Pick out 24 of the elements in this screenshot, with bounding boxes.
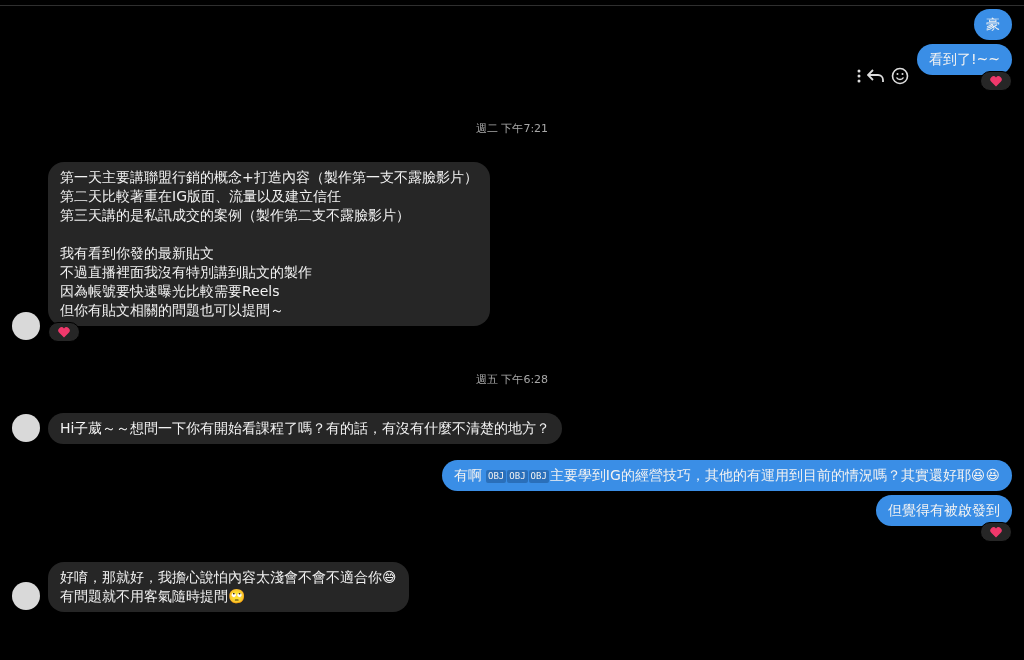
heart-reaction[interactable]	[980, 71, 1012, 91]
object-replacement-character: OBJ	[507, 470, 528, 483]
message-bubble: 好唷，那就好，我擔心說怕內容太淺會不會不適合你😅 有問題就不用客氣隨時提問🙄	[48, 562, 409, 612]
message-bubble: 有啊 OBJ OBJ OBJ 主要學到IG的經營技巧，其他的有運用到目前的情況嗎？其實還好耶😆😆	[441, 460, 1012, 491]
message-bubble: 第一天主要講聯盟行銷的概念+打造內容（製作第一支不露臉影片） 第二天比較著重在IG版面、流量以及建立信任 第三天講的是私訊成交的案例（製作第二支不露臉影片） 我有看到你發的最新貼文 不過直播裡面我沒有特別講到貼文的製作 因為帳號要快速曝光比較需要Reels 但你有貼文相關的問題也可以提問～	[48, 162, 490, 326]
emoji-icon[interactable]	[890, 67, 909, 85]
message-bubble: 豪	[974, 9, 1012, 40]
message-bubble: Hi子葳～～想問一下你有開始看課程了嗎？有的話，有沒有什麼不清楚的地方？	[48, 413, 563, 444]
heart-icon	[58, 326, 70, 338]
heart-reaction[interactable]	[48, 322, 80, 342]
heart-reaction[interactable]	[980, 522, 1012, 542]
timestamp: 週五 下午6:28	[475, 372, 549, 387]
avatar[interactable]	[12, 582, 40, 610]
heart-icon	[990, 75, 1002, 87]
message-bubble: 看到了!~~	[916, 44, 1012, 75]
avatar[interactable]	[12, 414, 40, 442]
avatar[interactable]	[12, 312, 40, 340]
message-bubble: 但覺得有被啟發到	[876, 495, 1012, 526]
more-icon[interactable]	[856, 69, 861, 83]
object-replacement-character: OBJ	[528, 470, 549, 483]
timestamp: 週二 下午7:21	[475, 121, 549, 136]
heart-icon	[990, 526, 1002, 538]
object-replacement-character: OBJ	[486, 470, 507, 483]
reply-icon[interactable]	[866, 68, 885, 84]
